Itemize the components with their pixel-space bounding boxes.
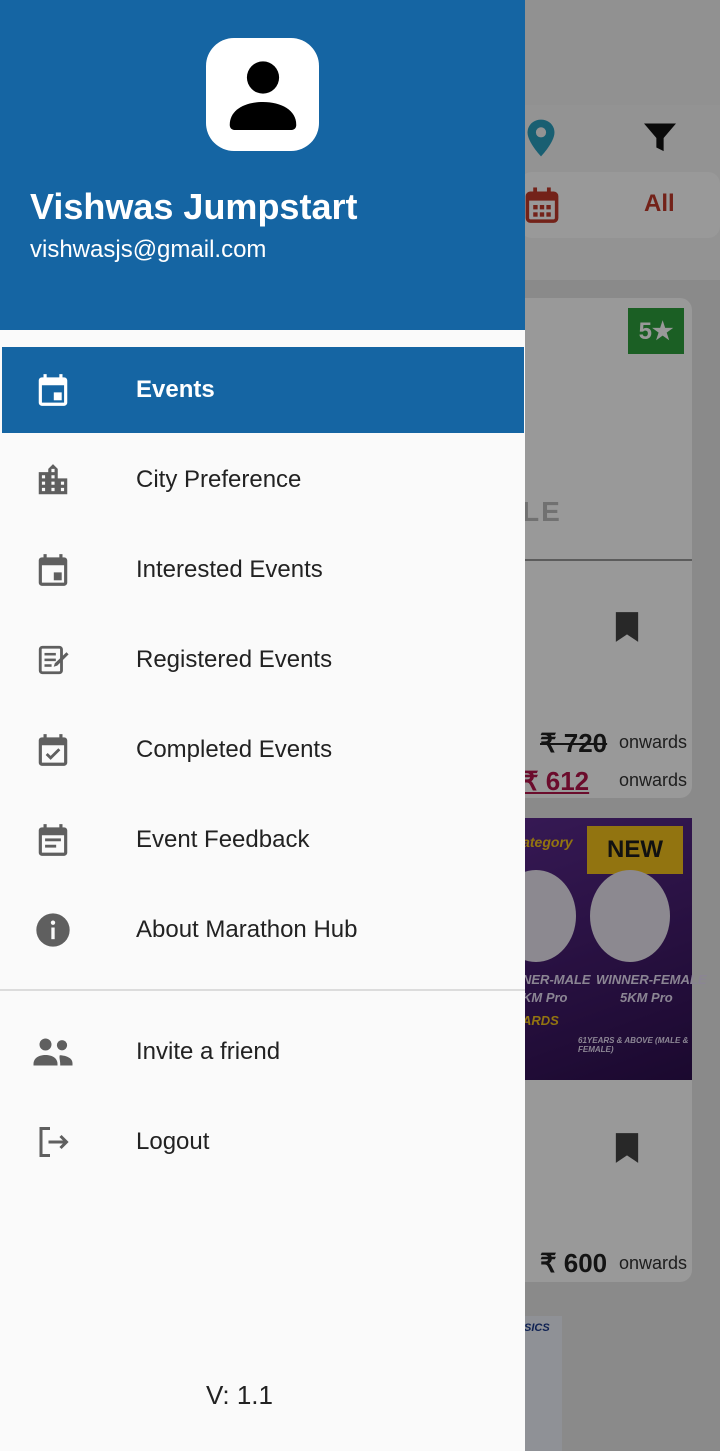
menu-item-registered-events[interactable]: Registered Events (2, 617, 524, 703)
menu-item-logout[interactable]: Logout (2, 1099, 524, 1185)
menu-item-label: Invite a friend (136, 1038, 281, 1065)
group-icon (32, 1031, 74, 1073)
info-icon (32, 909, 74, 951)
menu-item-city-preference[interactable]: City Preference (2, 437, 524, 523)
menu-item-label: Logout (136, 1128, 210, 1155)
calendar-icon (32, 369, 74, 411)
menu-item-label: Events (136, 376, 215, 403)
menu-item-label: Completed Events (136, 736, 333, 763)
edit-note-icon (32, 639, 74, 681)
menu-item-invite-friend[interactable]: Invite a friend (2, 1009, 524, 1095)
person-icon (229, 60, 296, 130)
menu-item-label: City Preference (136, 466, 302, 493)
menu-item-about[interactable]: About Marathon Hub (2, 887, 524, 973)
menu-item-event-feedback[interactable]: Event Feedback (2, 797, 524, 883)
menu-item-completed-events[interactable]: Completed Events (2, 707, 524, 793)
navigation-drawer: Vishwas Jumpstart vishwasjs@gmail.com Ev… (0, 0, 525, 1451)
user-name: Vishwas Jumpstart (30, 186, 358, 227)
logout-icon (32, 1121, 74, 1163)
menu-item-label: About Marathon Hub (136, 916, 358, 943)
menu-item-interested-events[interactable]: Interested Events (2, 527, 524, 613)
menu-item-label: Registered Events (136, 646, 333, 673)
calendar-icon (32, 549, 74, 591)
drawer-header: Vishwas Jumpstart vishwasjs@gmail.com (0, 0, 525, 330)
calendar-check-icon (32, 729, 74, 771)
menu-item-label: Interested Events (136, 556, 323, 583)
calendar-note-icon (32, 819, 74, 861)
avatar[interactable] (206, 38, 319, 151)
user-email: vishwasjs@gmail.com (30, 236, 267, 263)
menu-item-label: Event Feedback (136, 826, 310, 853)
drawer-divider (0, 989, 525, 991)
city-icon (32, 459, 74, 501)
app-version: V: 1.1 (206, 1380, 273, 1410)
menu-item-events[interactable]: Events (2, 347, 524, 433)
